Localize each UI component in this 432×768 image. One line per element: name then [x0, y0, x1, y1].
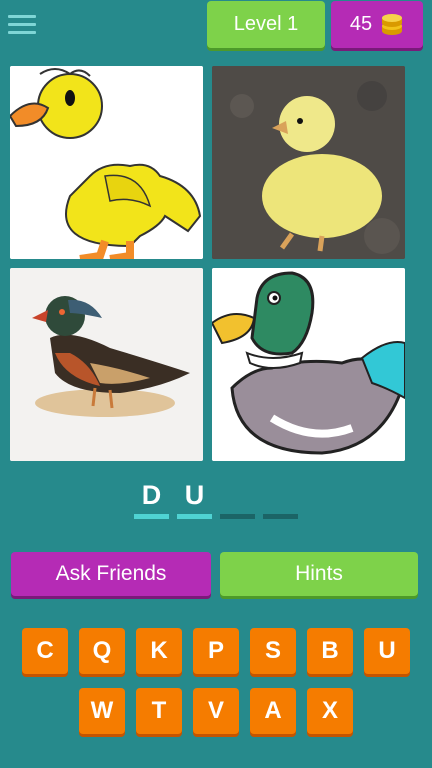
letter-key[interactable]: K — [136, 628, 182, 674]
slot-underline — [263, 514, 298, 519]
level-label: Level 1 — [233, 13, 299, 35]
menu-bar — [8, 15, 36, 18]
menu-bar — [8, 23, 36, 26]
letter-key[interactable]: V — [193, 688, 239, 734]
coins-count: 45 — [349, 13, 373, 35]
answer-slot[interactable] — [220, 480, 255, 520]
answer-slot[interactable]: D — [134, 480, 169, 520]
answer-slot[interactable]: U — [177, 480, 212, 520]
letter-key[interactable]: Q — [79, 628, 125, 674]
answer-letter — [263, 480, 298, 512]
ask-friends-button[interactable]: Ask Friends — [11, 552, 211, 596]
coin-stack-icon — [382, 13, 403, 35]
slot-underline — [177, 514, 212, 519]
slot-underline — [134, 514, 169, 519]
slot-underline — [220, 514, 255, 519]
letter-key[interactable]: U — [364, 628, 410, 674]
mallard-cartoon-image — [212, 268, 405, 461]
answer-letter: U — [184, 480, 205, 510]
letter-key[interactable]: S — [250, 628, 296, 674]
letter-key[interactable]: W — [79, 688, 125, 734]
letter-key[interactable]: B — [307, 628, 353, 674]
hamburger-menu-icon[interactable] — [8, 12, 36, 38]
photo-duckling-image — [212, 66, 405, 259]
letter-key[interactable]: A — [250, 688, 296, 734]
letter-key[interactable]: X — [307, 688, 353, 734]
hints-button[interactable]: Hints — [220, 552, 418, 596]
answer-letter: D — [141, 480, 162, 510]
cartoon-duckling-image — [10, 66, 203, 259]
menu-bar — [8, 31, 36, 34]
wood-duck-illustration-image — [10, 268, 203, 461]
answer-slot[interactable] — [263, 480, 298, 520]
answer-letter — [220, 480, 255, 512]
letter-key[interactable]: T — [136, 688, 182, 734]
letter-key[interactable]: C — [22, 628, 68, 674]
letter-key[interactable]: P — [193, 628, 239, 674]
coins-badge[interactable]: 45 — [331, 1, 423, 48]
level-badge: Level 1 — [207, 1, 325, 48]
